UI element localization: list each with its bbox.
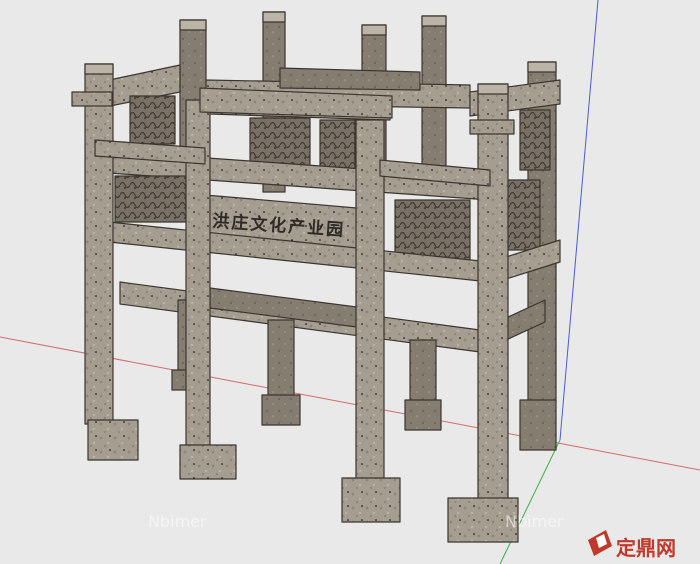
site-logo-text: 定鼎网: [616, 536, 676, 560]
watermark-right: Nbimer: [505, 512, 564, 531]
paifang-model-scene: 洪庄文化产业园 Nbimer Nbimer 定鼎网: [0, 0, 700, 564]
watermark-left: Nbimer: [148, 512, 207, 531]
